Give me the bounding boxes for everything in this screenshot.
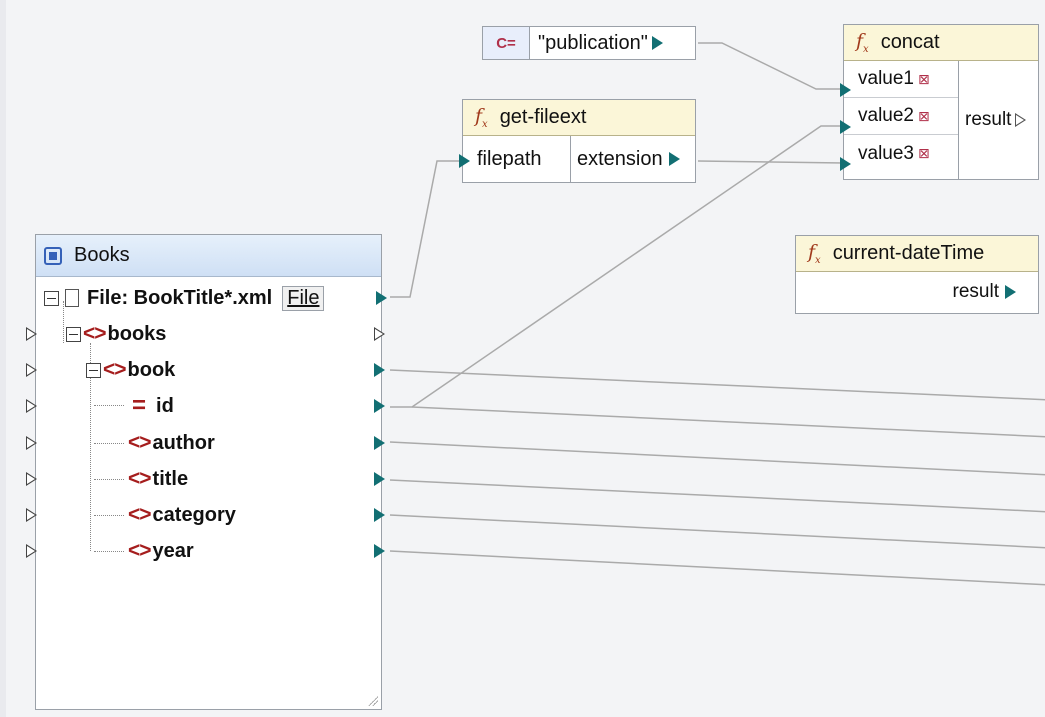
collapse-icon[interactable] (66, 326, 81, 342)
tree-guide (94, 443, 124, 444)
remove-parameter-icon[interactable]: ⊠ (918, 145, 930, 162)
value1-input-port[interactable] (840, 83, 851, 97)
tree-node-books[interactable]: <> books (66, 316, 166, 352)
tree-node-book[interactable]: <> book (86, 352, 175, 388)
fx-icon: fx (808, 241, 821, 266)
category-input-port[interactable] (26, 508, 37, 522)
node-label: year (152, 539, 194, 562)
wire-file-filepath (390, 160, 464, 298)
value1-input[interactable]: value1 ⊠ (844, 61, 958, 98)
element-icon: <> (128, 539, 152, 562)
fx-icon: fx (475, 105, 488, 130)
node-label: id (156, 394, 174, 417)
document-icon (65, 289, 79, 307)
book-output-port[interactable] (374, 363, 385, 377)
filepath-input-label: filepath (477, 147, 542, 170)
file-label: File: BookTitle*.xml (87, 286, 273, 309)
element-icon: <> (128, 503, 152, 526)
value3-input[interactable]: value3 ⊠ (844, 135, 958, 172)
element-icon: <> (128, 431, 152, 454)
tree-guide (94, 405, 124, 406)
file-row[interactable]: File: BookTitle*.xml File (44, 280, 325, 316)
tree-node-author[interactable]: <> author (126, 425, 215, 461)
title-output-port[interactable] (374, 472, 385, 486)
author-output-port[interactable] (374, 436, 385, 450)
node-label: category (152, 503, 236, 526)
tree-guide (94, 551, 124, 552)
wire-category-out (389, 514, 1045, 549)
category-output-port[interactable] (374, 508, 385, 522)
resize-grip[interactable] (368, 696, 378, 706)
get-fileext-function[interactable]: fx get-fileext filepath extension (459, 99, 696, 183)
mapping-canvas[interactable]: C= "publication" fx get-fileext filepath… (0, 0, 1045, 717)
fx-icon: fx (856, 30, 869, 55)
wire-title-out (389, 479, 1045, 513)
value2-input[interactable]: value2 ⊠ (844, 98, 958, 135)
element-icon: <> (83, 322, 107, 345)
tree-node-year[interactable]: <> year (126, 533, 194, 569)
element-icon: <> (103, 358, 127, 381)
constant-component[interactable]: C= "publication" (482, 26, 696, 60)
value2-input-port[interactable] (840, 120, 851, 134)
wire-author-out (389, 441, 1045, 476)
result-output-port[interactable] (1005, 285, 1016, 299)
remove-parameter-icon[interactable]: ⊠ (918, 108, 930, 125)
year-output-port[interactable] (374, 544, 385, 558)
function-title: concat (880, 31, 940, 53)
wire-year-out (389, 550, 1045, 586)
file-port-label[interactable]: File (282, 285, 325, 311)
value3-input-port[interactable] (840, 157, 851, 171)
current-datetime-function[interactable]: fx current-dateTime result (795, 235, 1039, 314)
result-output-label: result (952, 281, 999, 302)
year-input-port[interactable] (26, 544, 37, 558)
extension-output-label: extension (577, 147, 663, 170)
collapse-icon[interactable] (86, 362, 101, 378)
constant-icon: C= (483, 27, 530, 59)
collapse-icon[interactable] (44, 290, 59, 306)
file-output-port[interactable] (376, 291, 387, 305)
wire-book-out (389, 369, 1045, 401)
remove-parameter-icon[interactable]: ⊠ (918, 71, 930, 88)
tree-node-category[interactable]: <> category (126, 497, 236, 533)
tree-guide (94, 479, 124, 480)
title-input-port[interactable] (26, 472, 37, 486)
function-title: get-fileext (499, 106, 587, 128)
result-output-label: result (965, 109, 1012, 130)
node-label: books (107, 322, 167, 345)
wire-constant-value1 (698, 42, 844, 90)
component-title: Books (74, 244, 130, 266)
tree-node-id[interactable]: = id (132, 388, 174, 424)
book-input-port[interactable] (26, 363, 37, 377)
author-input-port[interactable] (26, 436, 37, 450)
node-label: title (152, 467, 189, 490)
constant-output-port[interactable] (651, 36, 663, 50)
wire-extension-value3 (697, 160, 845, 164)
books-output-port[interactable] (374, 327, 385, 341)
books-source-component[interactable]: Books File: BookTitle*.xml File <> books… (35, 234, 387, 710)
concat-function[interactable]: fx concat value1 ⊠ value2 ⊠ value3 ⊠ result (840, 24, 1039, 180)
element-icon: <> (128, 467, 152, 490)
id-output-port[interactable] (374, 399, 385, 413)
tree-node-title[interactable]: <> title (126, 461, 188, 497)
books-input-port[interactable] (26, 327, 37, 341)
function-title: current-dateTime (832, 242, 985, 264)
constant-value[interactable]: "publication" (530, 32, 648, 55)
id-input-port[interactable] (26, 399, 37, 413)
node-label: book (127, 358, 176, 381)
wire-id-out (411, 406, 1045, 438)
node-label: author (152, 431, 215, 454)
schema-component-icon (44, 246, 62, 265)
result-output-port[interactable] (1015, 113, 1027, 127)
tree-guide (94, 515, 124, 516)
attribute-icon: = (132, 392, 147, 419)
extension-output-port[interactable] (668, 152, 680, 166)
filepath-input-port[interactable] (459, 154, 470, 168)
